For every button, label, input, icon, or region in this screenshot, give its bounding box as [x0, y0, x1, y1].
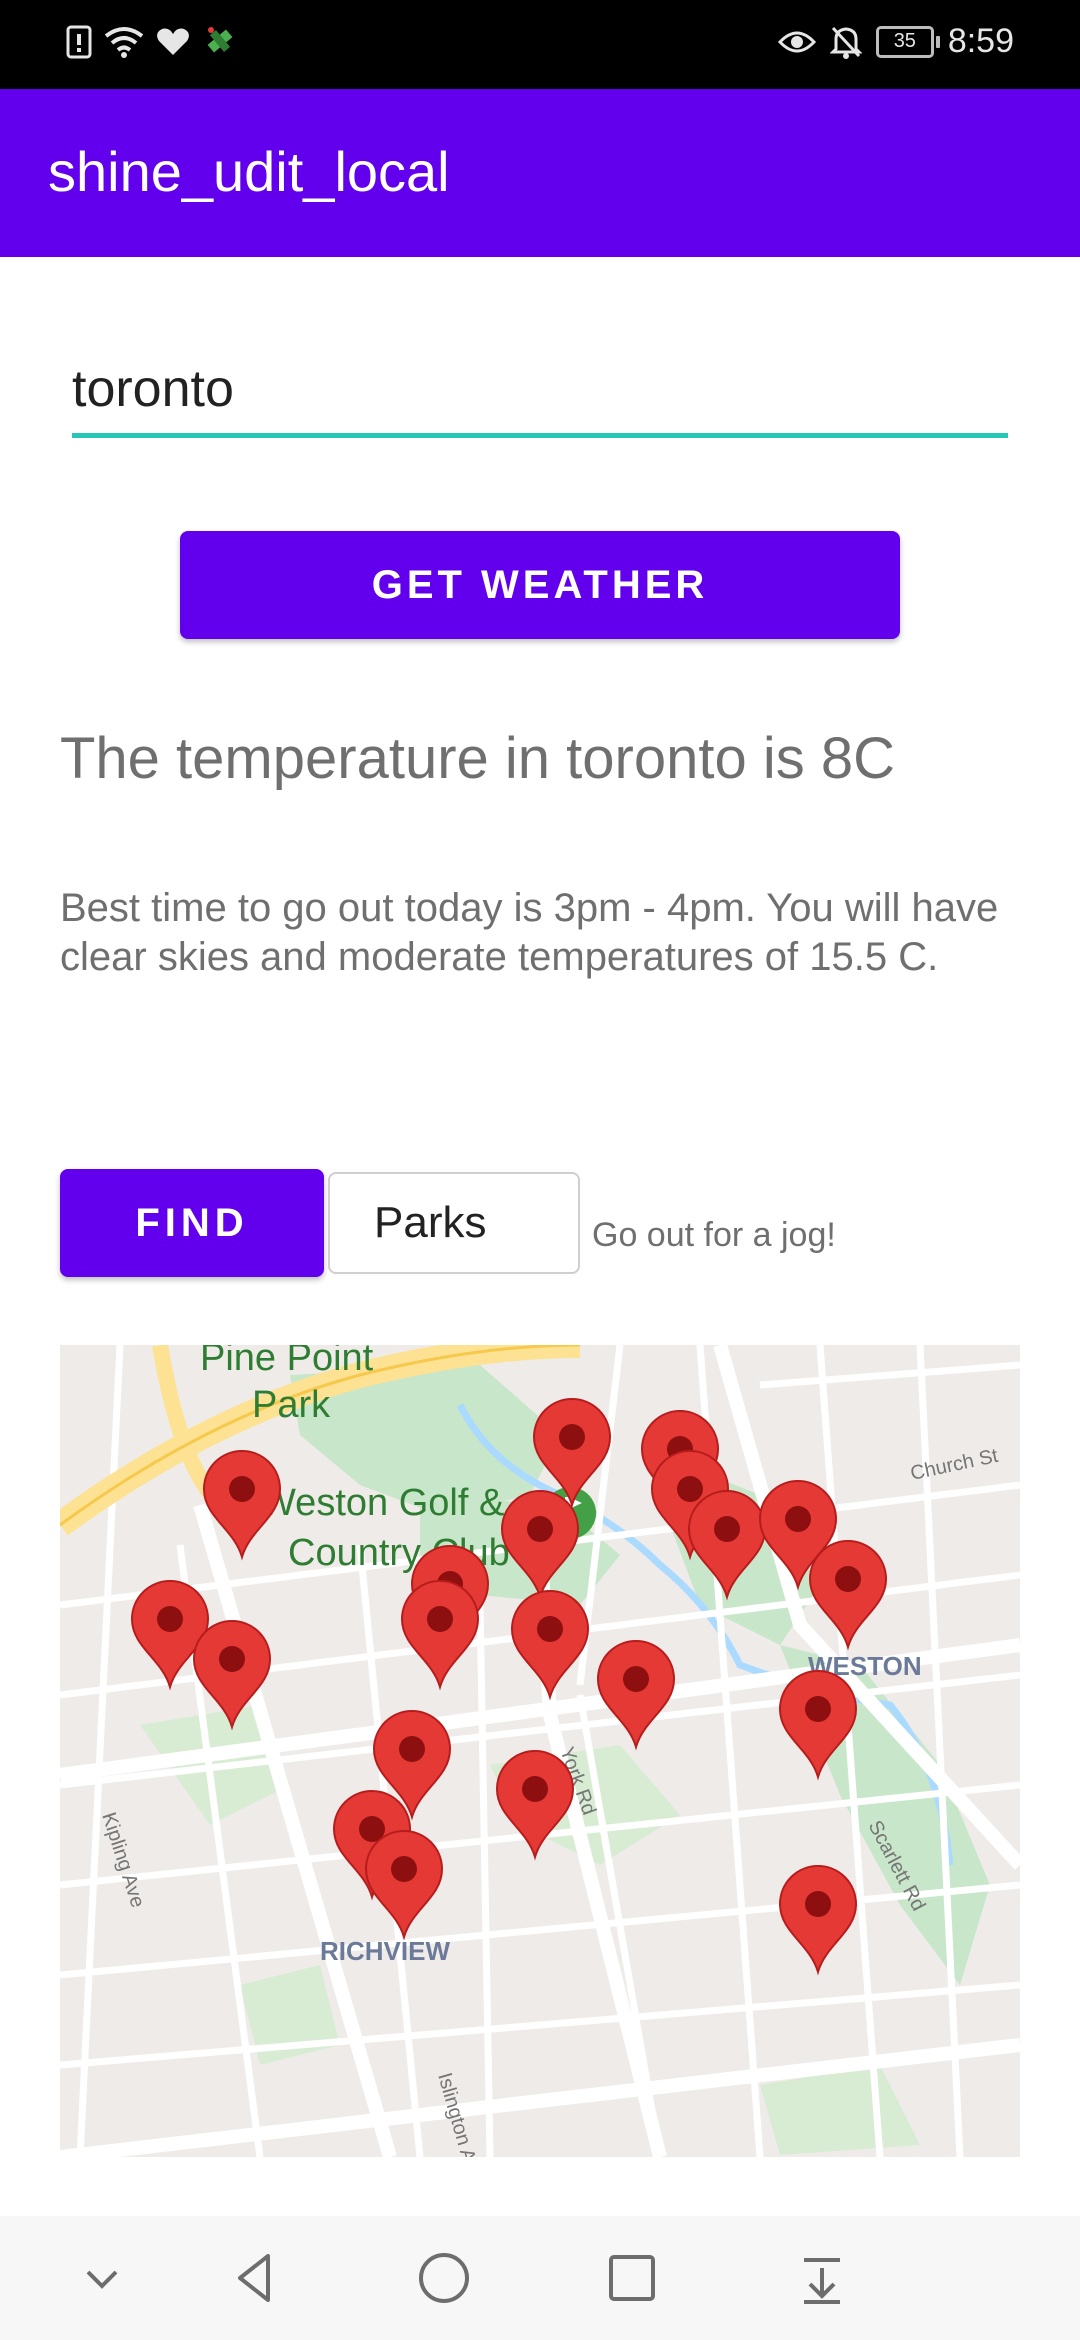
- sim-alert-icon: [66, 25, 92, 59]
- wifi-icon: [104, 27, 144, 58]
- status-icons-right: 35 8:59: [777, 22, 1014, 61]
- svg-text:Park: Park: [252, 1384, 331, 1426]
- svg-text:Weston Golf &: Weston Golf &: [260, 1482, 504, 1524]
- bell-off-icon: [829, 26, 862, 59]
- satellite-icon: [207, 27, 233, 53]
- notification-pull-icon[interactable]: [790, 2246, 854, 2310]
- status-time: 8:59: [947, 22, 1014, 60]
- category-input[interactable]: [328, 1172, 580, 1274]
- map-view[interactable]: Pine Point Park Weston Golf & Country Cl…: [60, 1345, 1020, 2157]
- svg-text:RICHVIEW: RICHVIEW: [320, 1936, 450, 1966]
- city-input[interactable]: [72, 345, 1008, 438]
- find-button[interactable]: FIND: [60, 1169, 324, 1277]
- status-icons-left: [66, 24, 238, 60]
- best-time-text: Best time to go out today is 3pm - 4pm. …: [60, 886, 999, 979]
- recents-icon[interactable]: [600, 2246, 664, 2310]
- heart-icon: [157, 28, 189, 55]
- back-icon[interactable]: [224, 2246, 288, 2310]
- temperature-text: The temperature in toronto is 8C: [60, 726, 895, 791]
- chevron-down-icon[interactable]: [70, 2246, 134, 2310]
- eye-icon: [777, 31, 816, 52]
- home-icon[interactable]: [412, 2246, 476, 2310]
- app-title: shine_udit_local: [48, 140, 450, 203]
- status-bar: 35 8:59: [0, 0, 1080, 89]
- get-weather-button[interactable]: GET WEATHER: [180, 531, 900, 639]
- map-canvas[interactable]: Pine Point Park Weston Golf & Country Cl…: [60, 1345, 1020, 2157]
- app-bar: shine_udit_local: [0, 89, 1080, 257]
- suggestion-text: Go out for a jog!: [592, 1216, 836, 1254]
- svg-text:Pine Point: Pine Point: [200, 1345, 374, 1379]
- battery-icon: 35: [875, 25, 940, 58]
- navigation-bar: [0, 2216, 1080, 2340]
